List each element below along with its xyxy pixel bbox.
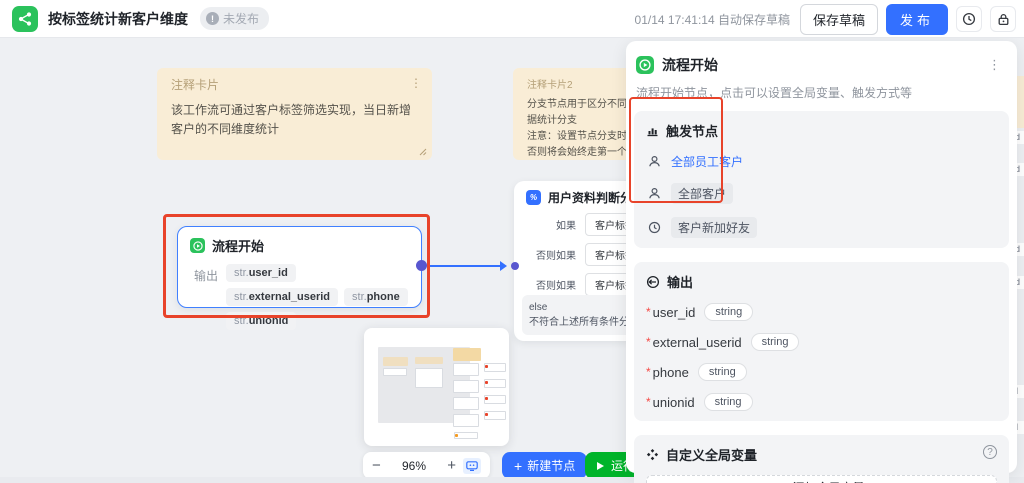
type-chip: string [703,393,753,411]
edge-arrowhead-icon [500,261,507,271]
plus-icon: + [778,480,786,483]
type-chip: string [697,363,747,381]
trigger-section: 触发节点 全部员工客户 全部客户 客户新加好友 [634,111,1009,248]
required-mark: * [646,395,651,409]
output-arrow-icon [646,275,660,288]
branch-percent-icon: % [526,190,541,205]
app-logo-icon[interactable] [12,5,38,32]
type-chip: string [704,303,754,321]
clipped-note-card [1016,76,1024,128]
chart-bars-icon [647,128,658,137]
trigger-tag[interactable]: 客户新加好友 [671,217,758,238]
trigger-link[interactable]: 全部员工客户 [671,153,743,170]
output-section-title: 输出 [667,275,694,290]
output-pill: str.external_userid [226,288,339,306]
history-button[interactable] [956,6,982,32]
node-flow-start[interactable]: 流程开始 输出 str.user_id str.external_userid … [177,226,422,330]
clock-icon [648,221,661,234]
zoom-level: 96% [401,458,427,473]
required-mark: * [646,365,651,379]
new-node-button[interactable]: + 新建节点 [502,452,588,479]
output-field: * phone string [646,363,997,381]
add-global-var-button[interactable]: + 添加全局变量 [646,475,997,483]
zoom-in-button[interactable]: + [447,458,456,473]
autosave-timestamp: 01/14 17:41:14 自动保存草稿 [634,12,790,27]
diamonds-icon [646,449,659,461]
connection-port-out[interactable] [416,260,427,271]
node-title: 流程开始 [212,239,265,254]
required-mark: * [646,305,651,319]
help-icon[interactable]: ? [983,445,997,459]
lock-button[interactable] [990,6,1016,32]
note-card-body: 该工作流可通过客户标签筛选实现，当日新增客户的不同维度统计 [171,103,412,136]
note-menu-icon[interactable]: ⋮ [410,76,422,90]
status-badge: ! 未发布 [200,7,270,30]
panel-title: 流程开始 [662,57,718,73]
plus-icon: + [514,457,523,474]
output-field: * user_id string [646,303,997,321]
status-badge-label: 未发布 [223,12,260,26]
output-label: 输出 [194,269,219,283]
lock-icon [998,13,1008,25]
custom-vars-title: 自定义全局变量 [666,448,758,463]
person-icon [649,155,660,167]
minimap-toggle-button[interactable] [463,457,481,474]
custom-vars-section: 自定义全局变量 ? + 添加全局变量 [634,435,1009,483]
person-icon [649,187,660,199]
resize-handle-icon[interactable] [418,147,427,156]
play-circle-icon [636,56,654,74]
output-pill: str.user_id [226,264,296,282]
flow-share-icon [18,11,32,26]
trigger-item: 客户新加好友 [646,217,997,238]
clock-icon [962,12,976,26]
connection-port-in[interactable] [511,262,519,270]
panel-subtitle: 流程开始节点，点击可以设置全局变量、触发方式等 [636,86,913,100]
publish-button[interactable]: 发布 [885,3,948,35]
play-circle-icon [190,238,205,253]
trigger-section-title: 触发节点 [666,124,719,139]
panel-menu-icon[interactable]: ⋮ [984,57,1005,73]
play-icon [597,461,604,470]
inspector-panel: 流程开始 ⋮ 流程开始节点，点击可以设置全局变量、触发方式等 触发节点 全部员工… [626,41,1017,483]
save-draft-button[interactable]: 保存草稿 [799,3,878,35]
monitor-icon [466,460,478,471]
edge-connector [427,265,501,267]
output-field: * unionid string [646,393,997,411]
warning-icon: ! [206,12,219,25]
output-section: 输出 * user_id string * external_userid st… [634,262,1009,421]
zoom-out-button[interactable]: − [372,458,381,473]
note-card-1[interactable]: 注释卡片 ⋮ 该工作流可通过客户标签筛选实现，当日新增客户的不同维度统计 [157,68,432,160]
type-chip: string [750,333,800,351]
note-card-title: 注释卡片 [171,78,220,92]
zoom-toolbar: − 96% + [363,452,490,479]
workflow-title: 按标签统计新客户维度 [48,10,188,27]
trigger-item: 全部员工客户 [646,153,997,170]
output-field: * external_userid string [646,333,997,351]
output-pill: str.unionid [226,312,297,330]
required-mark: * [646,335,651,349]
output-pill: str.phone [344,288,408,306]
minimap[interactable] [364,328,509,446]
trigger-tag[interactable]: 全部客户 [671,183,734,204]
topbar: 按标签统计新客户维度 ! 未发布 01/14 17:41:14 自动保存草稿 保… [0,0,1024,38]
trigger-item: 全部客户 [646,183,997,204]
